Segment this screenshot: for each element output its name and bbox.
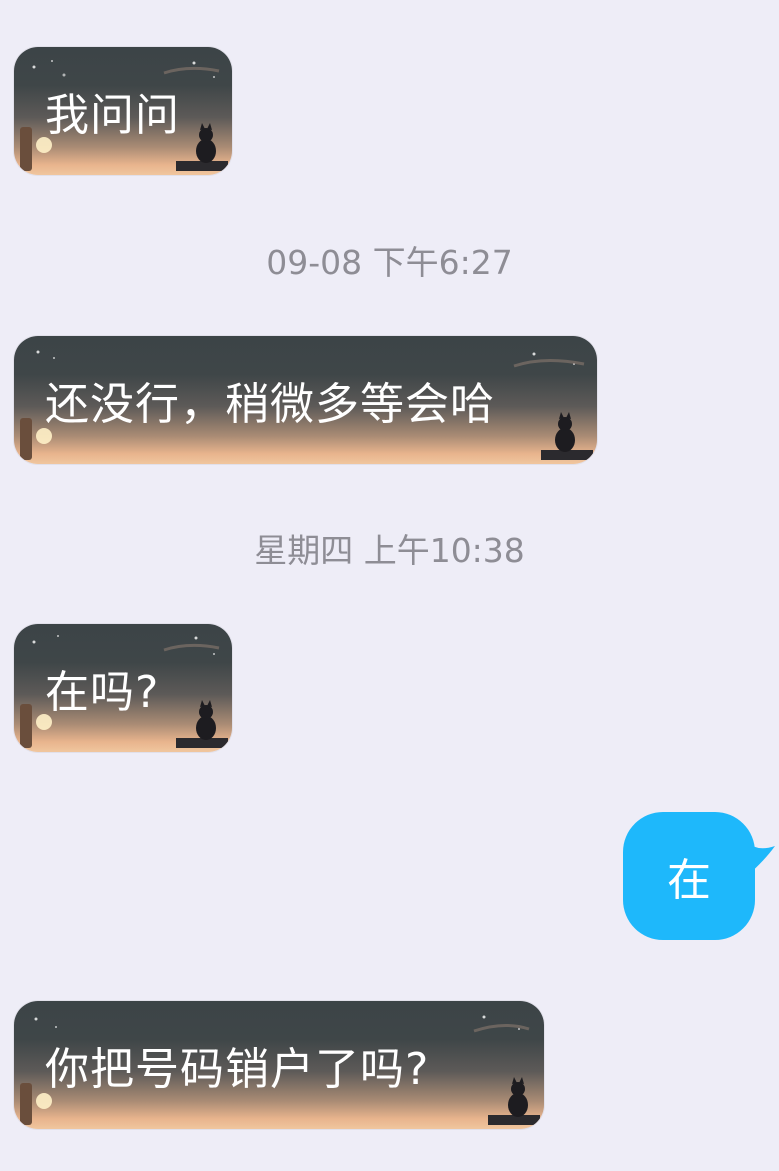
incoming-message-bubble[interactable]: 在吗? [14,624,232,752]
message-text: 在吗? [45,667,160,718]
message-text: 还没行，稍微多等会哈 [45,379,495,430]
cat-silhouette-icon [176,123,228,171]
incoming-message-bubble[interactable]: 还没行，稍微多等会哈 [14,336,597,464]
cat-silhouette-icon [176,700,228,748]
message-text: 我问问 [45,90,180,141]
cat-silhouette-icon [488,1077,540,1125]
incoming-message-bubble[interactable]: 我问问 [14,47,232,175]
message-text: 在 [667,855,711,906]
message-text: 你把号码销户了吗? [45,1044,430,1095]
timestamp: 星期四 上午10:38 [254,531,525,570]
incoming-message-bubble[interactable]: 你把号码销户了吗? [14,1001,544,1129]
cat-silhouette-icon [541,412,593,460]
timestamp: 09-08 下午6:27 [266,243,513,282]
outgoing-message-bubble[interactable]: 在 [623,812,775,940]
